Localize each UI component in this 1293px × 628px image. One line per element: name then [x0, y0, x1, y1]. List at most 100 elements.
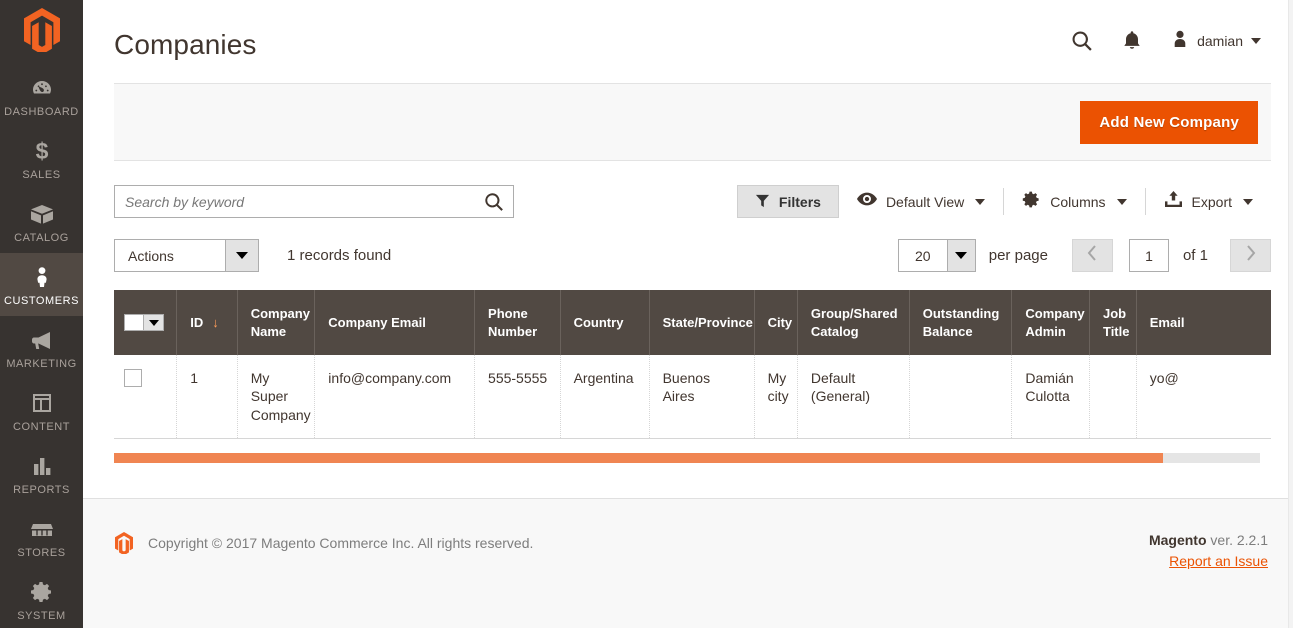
sidebar-item-label: Reports [13, 484, 70, 496]
grid-horizontal-scrollbar[interactable] [114, 453, 1260, 464]
sidebar-item-content[interactable]: Content [0, 379, 83, 442]
column-header-email[interactable]: Email [1136, 290, 1271, 355]
sidebar-item-customers[interactable]: Customers [0, 253, 83, 316]
grid-toolbar: Filters Default View Columns [114, 161, 1271, 218]
select-all-column[interactable] [114, 290, 178, 355]
sidebar-item-label: Catalog [14, 232, 69, 244]
user-avatar-icon [1170, 29, 1190, 54]
add-new-company-button[interactable]: Add New Company [1080, 100, 1258, 144]
storefront-icon [29, 516, 55, 542]
sidebar-logo[interactable] [0, 0, 83, 52]
columns-dropdown[interactable]: Columns [1004, 185, 1144, 218]
column-header-id[interactable]: ID ↓ [176, 290, 238, 355]
copyright-text: Copyright © 2017 Magento Commerce Inc. A… [148, 535, 534, 551]
table-row[interactable]: 1 My Super Company info@company.com 555-… [114, 355, 1271, 440]
notifications-button[interactable] [1108, 27, 1156, 55]
actions-label: Actions [115, 240, 225, 271]
previous-page-button[interactable] [1071, 239, 1113, 272]
row-checkbox[interactable] [124, 369, 142, 387]
page-footer: Copyright © 2017 Magento Commerce Inc. A… [83, 498, 1293, 628]
column-header-company-name[interactable]: Company Name [237, 290, 316, 355]
page-scrollbar-gutter[interactable] [1288, 0, 1293, 628]
column-header-outstanding-balance[interactable]: Outstanding Balance [909, 290, 1013, 355]
cell-country: Argentina [560, 355, 650, 440]
person-icon [30, 264, 54, 290]
data-grid: ID ↓ Company Name Company Email Phone Num… [114, 290, 1271, 440]
per-page-dropdown-arrow[interactable] [946, 240, 975, 271]
sidebar-item-label: Content [12, 421, 70, 433]
export-dropdown[interactable]: Export [1146, 185, 1271, 218]
chevron-down-icon [236, 252, 248, 259]
sidebar-item-catalog[interactable]: Catalog [0, 190, 83, 253]
export-upload-icon [1164, 190, 1183, 213]
chevron-down-icon [1116, 198, 1127, 205]
column-label: ID [190, 314, 204, 330]
sort-descending-icon: ↓ [212, 314, 219, 330]
user-name-label: damian [1197, 33, 1243, 49]
gear-icon [30, 579, 54, 605]
column-header-country[interactable]: Country [560, 290, 650, 355]
gear-icon [1022, 190, 1041, 214]
row-select-cell[interactable] [114, 355, 178, 440]
next-page-button[interactable] [1230, 239, 1271, 272]
page-actions-bar: Add New Company [114, 83, 1271, 161]
actions-dropdown-arrow[interactable] [225, 240, 258, 271]
sidebar-item-system[interactable]: System [0, 568, 83, 628]
default-view-dropdown[interactable]: Default View [839, 185, 1003, 218]
sidebar-item-label: Sales [22, 169, 61, 181]
column-header-city[interactable]: City [754, 290, 798, 355]
sidebar-item-dashboard[interactable]: Dashboard [0, 64, 83, 127]
records-found-label: 1 records found [287, 247, 392, 264]
cell-company-name: My Super Company [237, 355, 316, 440]
table-header-row: ID ↓ Company Name Company Email Phone Num… [114, 290, 1271, 355]
footer-version-block: Magento ver. 2.2.1 Report an Issue [1149, 532, 1271, 569]
filters-button[interactable]: Filters [736, 185, 839, 218]
search-icon [1070, 29, 1094, 53]
pagination: 20 per page of 1 [897, 239, 1271, 272]
sidebar-item-label: Customers [3, 295, 80, 307]
scrollbar-thumb[interactable] [114, 453, 1163, 464]
search-input[interactable] [125, 193, 477, 210]
version-number: ver. 2.2.1 [1206, 532, 1268, 548]
chevron-down-icon [1251, 38, 1261, 44]
column-header-company-admin[interactable]: Company Admin [1011, 290, 1090, 355]
cell-company-admin: Damián Culotta [1011, 355, 1090, 440]
main-content: Companies damian Add New Company Search … [83, 0, 1293, 628]
report-an-issue-link[interactable]: Report an Issue [1149, 553, 1268, 569]
megaphone-icon [29, 327, 55, 353]
sidebar-item-marketing[interactable]: Marketing [0, 316, 83, 379]
sidebar-item-stores[interactable]: Stores [0, 505, 83, 568]
magento-logo-icon [23, 8, 60, 52]
column-header-state-province[interactable]: State/Province [649, 290, 755, 355]
page-number-input[interactable] [1128, 239, 1169, 272]
total-pages-label: of 1 [1182, 247, 1208, 264]
column-header-group-shared-catalog[interactable]: Group/Shared Catalog [797, 290, 910, 355]
select-all-dropdown[interactable] [144, 314, 164, 331]
search-submit-button[interactable] [477, 191, 505, 213]
sidebar-item-reports[interactable]: Reports [0, 442, 83, 505]
bell-icon [1122, 30, 1142, 52]
cell-company-email: info@company.com [314, 355, 476, 440]
user-menu[interactable]: damian [1156, 27, 1271, 55]
sidebar-item-label: Dashboard [4, 106, 79, 118]
column-header-phone-number[interactable]: Phone Number [474, 290, 561, 355]
column-header-company-email[interactable]: Company Email [314, 290, 476, 355]
per-page-label: per page [988, 247, 1048, 264]
chevron-left-icon [1087, 245, 1097, 266]
page-header: Companies damian [83, 0, 1293, 83]
column-header-job-title[interactable]: Job Title [1089, 290, 1137, 355]
sidebar-item-label: System [17, 610, 66, 622]
chevron-down-icon [148, 319, 159, 326]
per-page-value: 20 [898, 240, 947, 271]
sidebar-item-sales[interactable]: $ Sales [0, 127, 83, 190]
footer-copyright-block: Copyright © 2017 Magento Commerce Inc. A… [114, 532, 533, 554]
global-search-button[interactable] [1056, 27, 1108, 55]
header-actions: damian [1056, 27, 1271, 55]
actions-dropdown[interactable]: Actions [114, 239, 259, 272]
cell-group-shared-catalog: Default (General) [797, 355, 910, 440]
dashboard-icon [30, 75, 54, 101]
filters-label: Filters [778, 193, 821, 210]
search-by-keyword-box[interactable] [114, 185, 514, 218]
select-all-checkbox[interactable] [124, 314, 144, 331]
per-page-dropdown[interactable]: 20 [897, 239, 976, 272]
